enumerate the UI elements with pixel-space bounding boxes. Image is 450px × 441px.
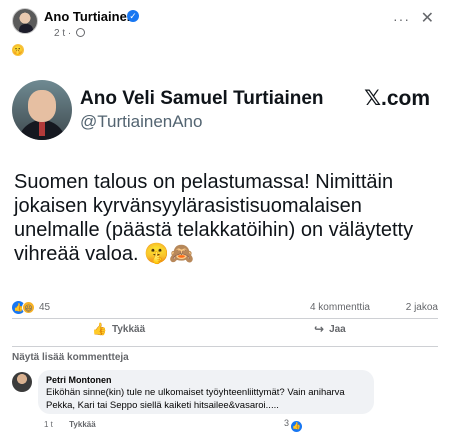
reaction-count[interactable]: 45 — [39, 302, 50, 313]
tweet-text: Suomen talous on pelastumassa! Nimittäin… — [14, 171, 414, 265]
meta-separator: · — [67, 28, 72, 39]
comment-author[interactable]: Petri Montonen — [46, 375, 366, 385]
post-header: Ano Turtiainen ✓ 2 t · ··· ✕ — [12, 6, 438, 42]
divider — [12, 346, 438, 347]
comment-time[interactable]: 1 t — [44, 420, 53, 429]
like-label: Tykkää — [111, 324, 146, 335]
author-avatar[interactable] — [12, 8, 38, 34]
divider — [12, 318, 438, 319]
post-time[interactable]: 2 t — [54, 28, 65, 39]
tweet-handle: @TurtiainenAno — [80, 112, 203, 131]
post-text-emoji: 🤫 — [12, 44, 24, 56]
like-reaction-icon: 👍 — [291, 421, 303, 432]
comment-reactions[interactable]: 3 👍 — [284, 418, 303, 432]
verified-badge-icon: ✓ — [127, 10, 139, 22]
tweet-author-name: Ano Veli Samuel Turtiainen — [80, 88, 324, 109]
comment-meta: 1 t Tykkää — [44, 420, 96, 429]
shares-count[interactable]: 2 jakoa — [406, 302, 438, 313]
haha-reaction-icon[interactable]: 😆 — [22, 301, 35, 314]
more-options-icon[interactable]: ··· — [393, 11, 410, 27]
tweet-image[interactable]: Ano Veli Samuel Turtiainen @TurtiainenAn… — [0, 62, 450, 294]
globe-icon — [76, 28, 86, 37]
share-label: Jaa — [329, 324, 346, 335]
view-more-comments-link[interactable]: Näytä lisää kommentteja — [12, 352, 129, 363]
comment-reaction-count: 3 — [284, 418, 290, 428]
tweet-avatar — [12, 80, 72, 140]
thumbs-up-icon: 👍 — [92, 322, 107, 336]
close-icon[interactable]: ✕ — [421, 8, 434, 28]
comments-count[interactable]: 4 kommenttia — [310, 302, 370, 313]
author-name[interactable]: Ano Turtiainen — [44, 9, 135, 24]
comment-text: Eiköhän sinne(kin) tule ne ulkomaiset ty… — [46, 387, 345, 411]
x-logo-icon: 𝕏.com — [364, 87, 430, 110]
share-button[interactable]: ↪ Jaa — [314, 322, 346, 336]
comment-bubble: Petri Montonen Eiköhän sinne(kin) tule n… — [38, 370, 374, 414]
comment-like-button[interactable]: Tykkää — [69, 420, 96, 429]
post-stats: 👍 😆 45 4 kommenttia 2 jakoa — [12, 300, 438, 316]
action-bar: 👍 Tykkää ↪ Jaa — [12, 320, 438, 344]
post-meta: 2 t · — [54, 28, 86, 39]
like-button[interactable]: 👍 Tykkää — [92, 322, 145, 336]
share-arrow-icon: ↪ — [314, 322, 325, 336]
commenter-avatar[interactable] — [12, 372, 32, 392]
